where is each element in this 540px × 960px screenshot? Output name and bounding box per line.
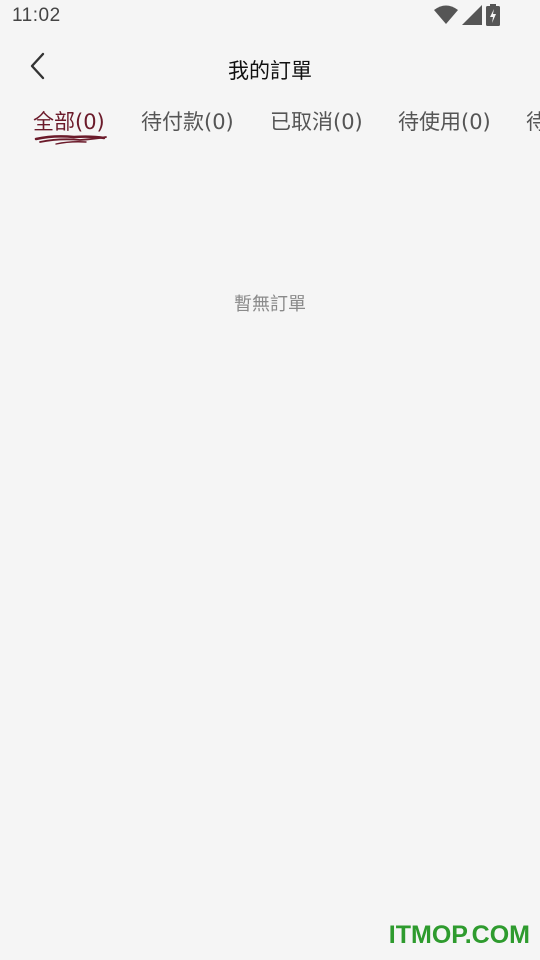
status-bar: 11:02 [0, 0, 540, 36]
order-status-tabs: 全部(0) 待付款(0) 已取消(0) 待使用(0) 待 [0, 100, 540, 156]
watermark-logo: ITMOP.COM [388, 921, 530, 949]
empty-state-message: 暫無訂單 [234, 294, 306, 315]
status-time: 11:02 [12, 5, 61, 26]
active-tab-indicator [34, 132, 108, 146]
tab-cancelled[interactable]: 已取消(0) [270, 106, 363, 136]
status-icons [434, 4, 500, 30]
page-title: 我的訂單 [228, 59, 312, 83]
cell-signal-icon [462, 5, 482, 29]
battery-charging-icon [486, 4, 500, 30]
wifi-icon [434, 5, 458, 29]
header: 我的訂單 [0, 40, 540, 98]
tab-to-use[interactable]: 待使用(0) [398, 106, 491, 136]
tab-next-partial[interactable]: 待 [526, 106, 540, 136]
tab-pending-payment[interactable]: 待付款(0) [141, 106, 234, 136]
order-list-screen: 11:02 我的訂單 全部(0) 待付款(0) 已取消(0) 待使用(0) 待 … [0, 0, 540, 960]
